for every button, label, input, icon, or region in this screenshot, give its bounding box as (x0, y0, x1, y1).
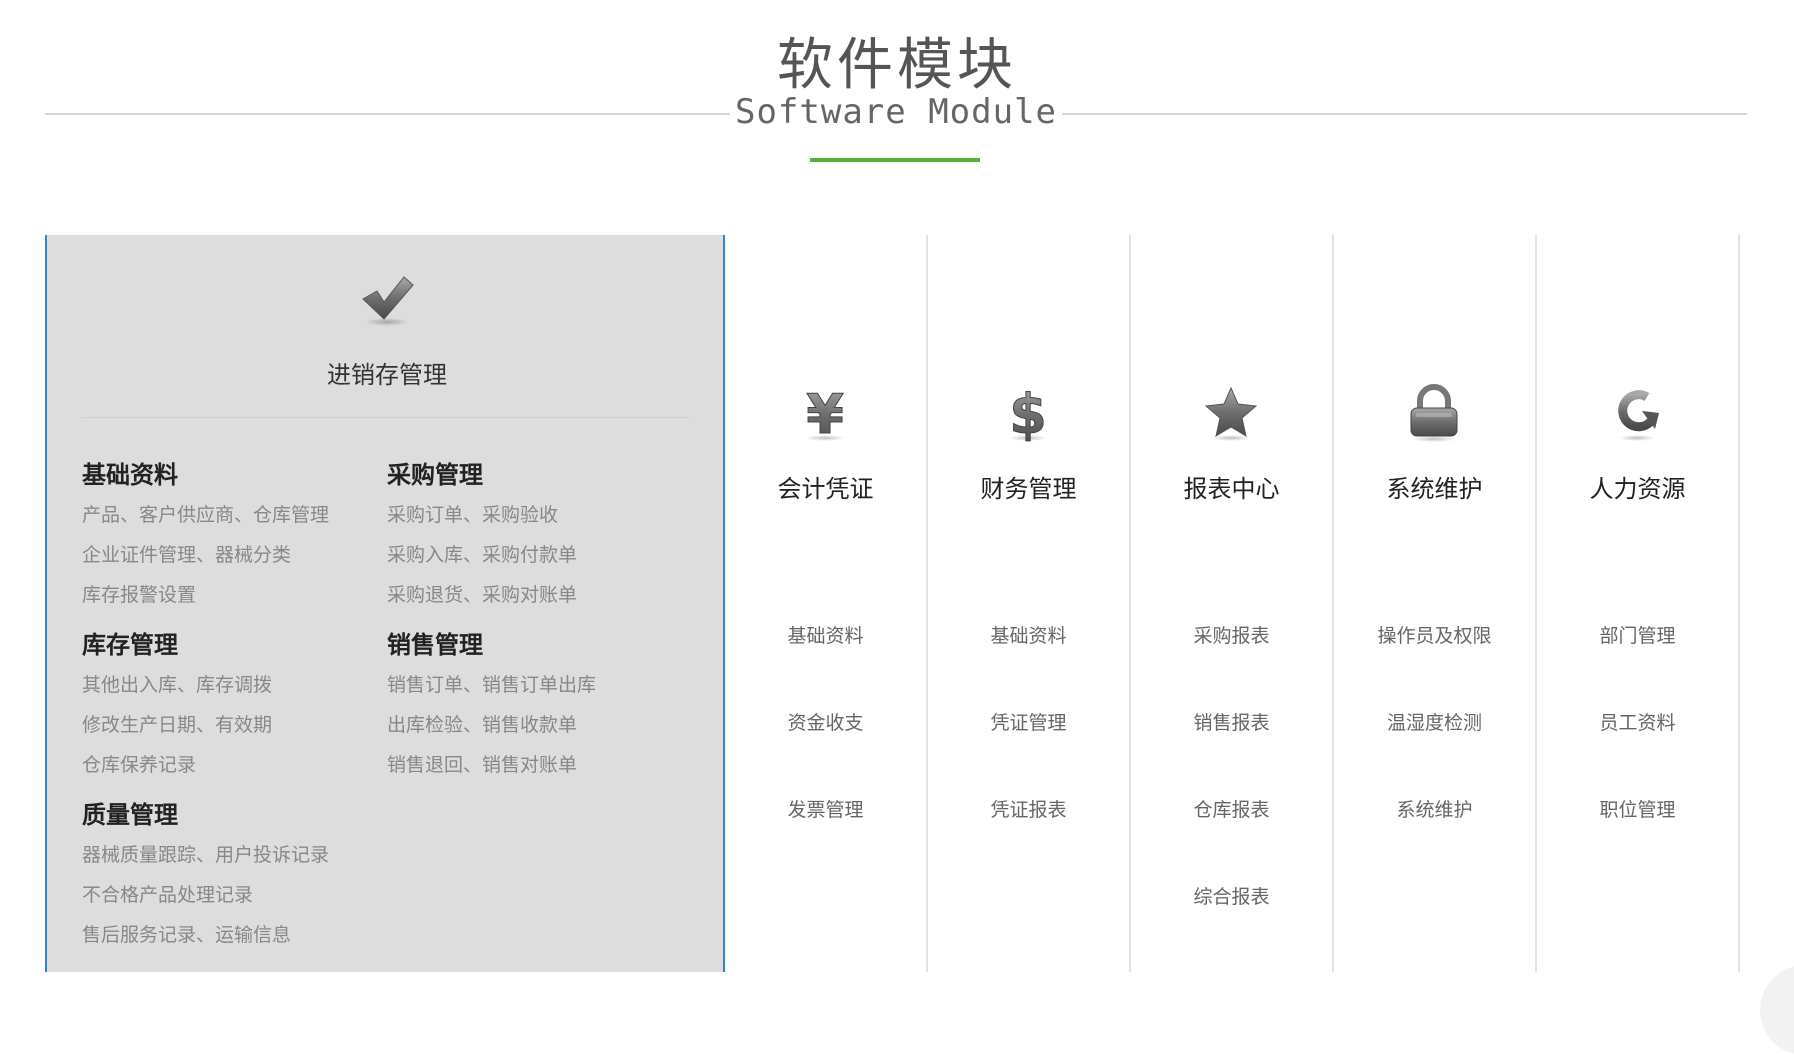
module-title: 会计凭证 (777, 475, 874, 503)
group-item: 其他出入库、库存调拨 (82, 674, 273, 696)
module-item[interactable]: 发票管理 (725, 795, 926, 882)
group-item: 器械质量跟踪、用户投诉记录 (82, 844, 330, 866)
group-title: 质量管理 (82, 801, 178, 829)
floating-corner-button[interactable] (1760, 965, 1794, 1055)
module-item[interactable]: 员工资料 (1537, 708, 1738, 795)
group-item: 销售订单、销售订单出库 (387, 674, 597, 696)
group-item: 出库检验、销售收款单 (387, 714, 578, 736)
module-card-system-maintenance[interactable]: 系统维护 操作员及权限 温湿度检测 系统维护 (1334, 235, 1537, 972)
group-item: 采购订单、采购验收 (387, 504, 559, 526)
title-accent-bar (810, 158, 980, 162)
module-title: 报表中心 (1183, 475, 1280, 503)
module-card-reports[interactable]: 报表中心 采购报表 销售报表 仓库报表 综合报表 (1131, 235, 1334, 972)
group-sales: 销售管理 销售订单、销售订单出库 出库检验、销售收款单 销售退回、销售对账单 (387, 625, 677, 785)
group-title: 采购管理 (387, 461, 483, 489)
module-item[interactable]: 系统维护 (1334, 795, 1535, 882)
module-item[interactable]: 基础资料 (725, 621, 926, 708)
module-item[interactable]: 操作员及权限 (1334, 621, 1535, 708)
divider (82, 417, 690, 418)
group-item: 销售退回、销售对账单 (387, 754, 578, 776)
module-item[interactable]: 凭证报表 (928, 795, 1129, 882)
module-item[interactable]: 采购报表 (1131, 621, 1332, 708)
module-item[interactable]: 基础资料 (928, 621, 1129, 708)
svg-text:¥: ¥ (806, 383, 844, 443)
group-title: 基础资料 (82, 461, 178, 489)
module-title: 系统维护 (1386, 475, 1483, 503)
group-item: 采购退货、采购对账单 (387, 584, 578, 606)
module-title: 财务管理 (980, 475, 1077, 503)
section-subtitle: Software Module (734, 92, 1058, 132)
group-item: 产品、客户供应商、仓库管理 (82, 504, 330, 526)
group-title: 库存管理 (82, 631, 178, 659)
group-inventory: 库存管理 其他出入库、库存调拨 修改生产日期、有效期 仓库保养记录 (82, 625, 372, 785)
group-item: 修改生产日期、有效期 (82, 714, 273, 736)
star-icon (1204, 386, 1258, 441)
group-item: 售后服务记录、运输信息 (82, 924, 292, 946)
module-card-inventory[interactable]: 进销存管理 基础资料 产品、客户供应商、仓库管理 企业证件管理、器械分类 库存报… (45, 235, 725, 972)
module-item[interactable]: 销售报表 (1131, 708, 1332, 795)
module-title: 人力资源 (1589, 475, 1686, 503)
lock-icon (1410, 384, 1458, 442)
group-item: 企业证件管理、器械分类 (82, 544, 292, 566)
svg-text:$: $ (1009, 383, 1047, 443)
module-item[interactable]: 部门管理 (1537, 621, 1738, 708)
group-item: 库存报警设置 (82, 584, 197, 606)
section-header: 软件模块 Software Module (0, 0, 1794, 180)
refresh-icon (1618, 390, 1659, 441)
module-item[interactable]: 职位管理 (1537, 795, 1738, 882)
group-quality: 质量管理 器械质量跟踪、用户投诉记录 不合格产品处理记录 售后服务记录、运输信息 (82, 795, 372, 955)
checkmark-icon (362, 276, 414, 326)
group-title: 销售管理 (387, 631, 483, 659)
group-item: 仓库保养记录 (82, 754, 197, 776)
header-rule-left (45, 113, 730, 115)
dollar-icon: $ (1009, 383, 1048, 443)
module-card-accounting-voucher[interactable]: ¥ 会计凭证 基础资料 资金收支 发票管理 (725, 235, 928, 972)
module-card-finance[interactable]: $ 财务管理 基础资料 凭证管理 凭证报表 (928, 235, 1131, 972)
module-item[interactable]: 综合报表 (1131, 882, 1332, 969)
module-title: 进销存管理 (327, 361, 447, 389)
module-item[interactable]: 仓库报表 (1131, 795, 1332, 882)
header-rule-right (1062, 113, 1747, 115)
group-purchasing: 采购管理 采购订单、采购验收 采购入库、采购付款单 采购退货、采购对账单 (387, 455, 677, 615)
group-basic-data: 基础资料 产品、客户供应商、仓库管理 企业证件管理、器械分类 库存报警设置 (82, 455, 372, 615)
yen-icon: ¥ (805, 383, 845, 443)
group-item: 采购入库、采购付款单 (387, 544, 578, 566)
group-item: 不合格产品处理记录 (82, 884, 254, 906)
section-title: 软件模块 (777, 33, 1017, 98)
module-item[interactable]: 凭证管理 (928, 708, 1129, 795)
module-item[interactable]: 温湿度检测 (1334, 708, 1535, 795)
module-item[interactable]: 资金收支 (725, 708, 926, 795)
module-card-human-resources[interactable]: 人力资源 部门管理 员工资料 职位管理 (1537, 235, 1740, 972)
